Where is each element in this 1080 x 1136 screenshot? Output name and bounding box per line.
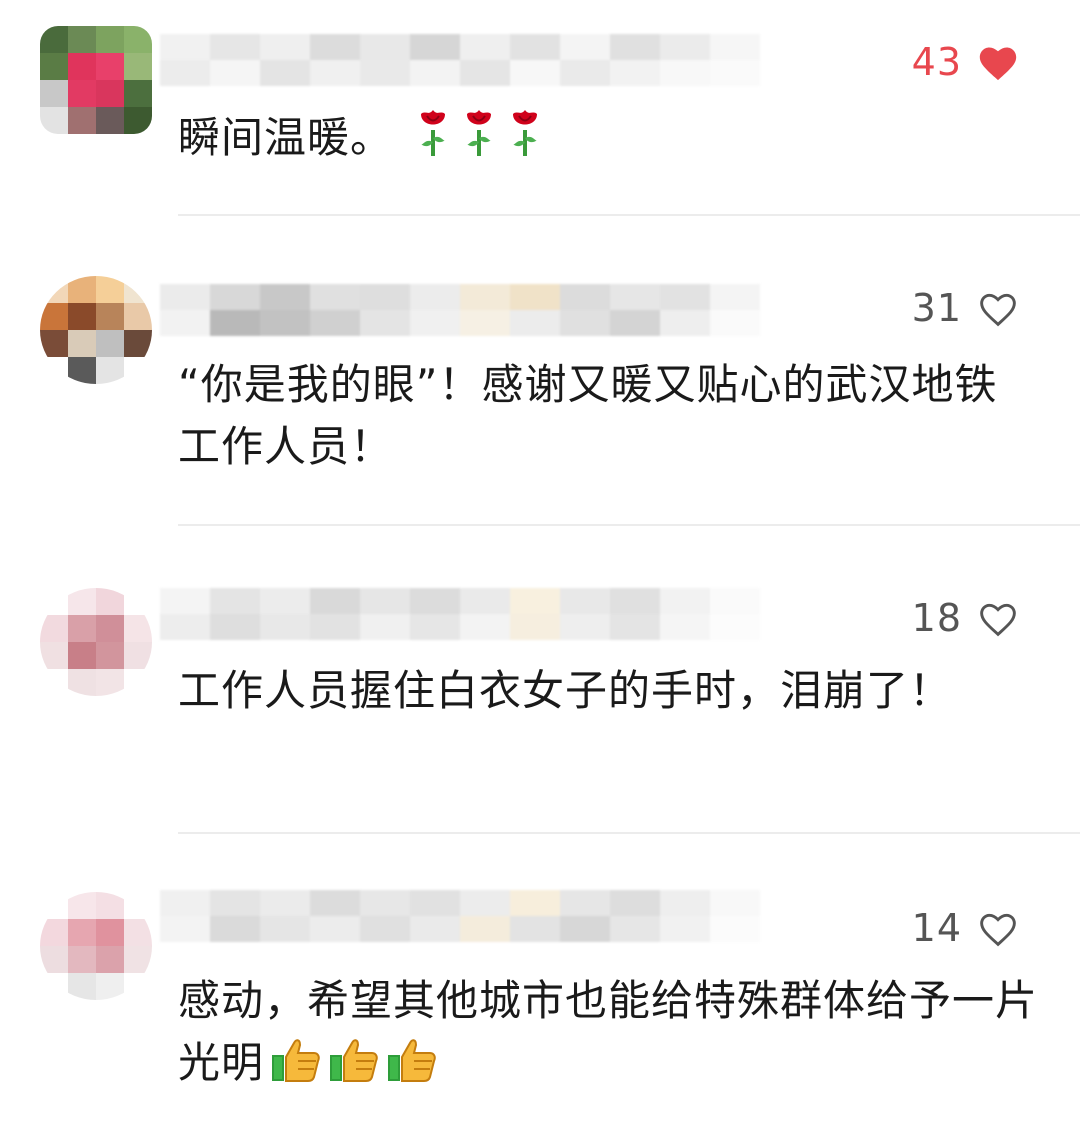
rose-icon	[505, 106, 545, 175]
blurred-username[interactable]	[160, 34, 760, 86]
thumbs-up-icon	[386, 1035, 438, 1100]
like-button[interactable]: 18	[912, 588, 1020, 648]
comment-item: 18 工作人员握住白衣女子的手时，泪崩了！	[0, 526, 1080, 834]
comment-text: 瞬间温暖。	[178, 106, 1038, 175]
avatar[interactable]	[40, 588, 152, 696]
comment-body: 瞬间温暖。	[178, 113, 394, 162]
comment-text: “你是我的眼”！感谢又暖又贴心的武汉地铁工作人员！	[178, 360, 998, 471]
avatar[interactable]	[40, 276, 152, 384]
comment-item: 31 “你是我的眼”！感谢又暖又贴心的武汉地铁工作人员！	[0, 216, 1080, 526]
like-count: 14	[911, 906, 962, 950]
like-count: 31	[911, 286, 962, 330]
avatar[interactable]	[40, 892, 152, 1000]
thumbs-up-icon	[328, 1035, 380, 1100]
like-count: 43	[911, 40, 962, 84]
blurred-username[interactable]	[160, 588, 760, 640]
blurred-username[interactable]	[160, 890, 760, 942]
comment-text: 工作人员握住白衣女子的手时，泪崩了！	[178, 666, 953, 715]
rose-icon	[413, 106, 453, 175]
heart-filled-icon[interactable]	[976, 42, 1020, 82]
thumbs-up-icon	[270, 1035, 322, 1100]
heart-outline-icon[interactable]	[976, 598, 1020, 638]
like-button[interactable]: 14	[912, 898, 1020, 958]
blurred-username[interactable]	[160, 284, 760, 336]
like-button[interactable]: 43	[912, 32, 1020, 92]
rose-icon	[459, 106, 499, 175]
like-button[interactable]: 31	[912, 278, 1020, 338]
comment-text: 感动，希望其他城市也能给特殊群体给予一片光明	[178, 970, 1038, 1100]
like-count: 18	[911, 596, 962, 640]
avatar[interactable]	[40, 26, 152, 134]
heart-outline-icon[interactable]	[976, 908, 1020, 948]
comment-item: 43 瞬间温暖。	[0, 0, 1080, 216]
comment-item: 14 感动，希望其他城市也能给特殊群体给予一片光明	[0, 834, 1080, 1136]
heart-outline-icon[interactable]	[976, 288, 1020, 328]
